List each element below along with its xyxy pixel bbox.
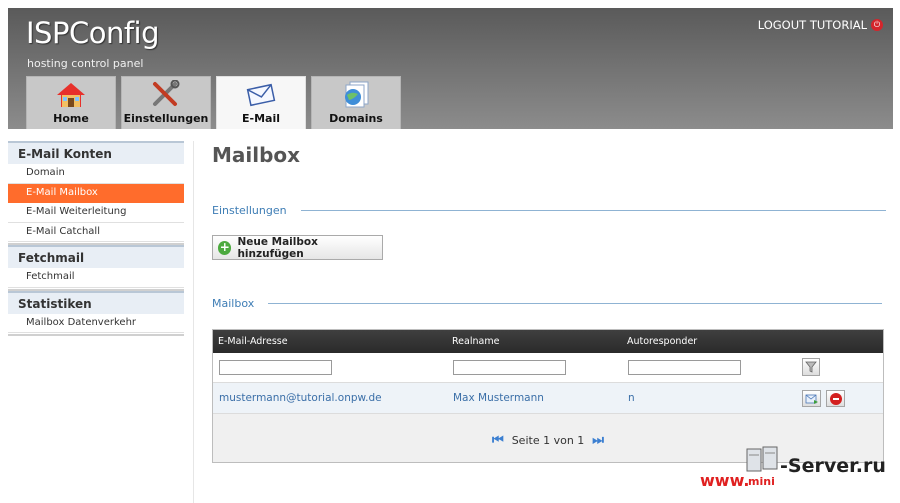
section-rule bbox=[268, 303, 883, 304]
table-header: E-Mail-Adresse Realname Autoresponder bbox=[213, 330, 883, 353]
tab-domains[interactable]: Domains bbox=[311, 76, 401, 129]
column-header-realname[interactable]: Realname bbox=[452, 336, 499, 347]
page-title: Mailbox bbox=[212, 143, 301, 167]
tab-einstellungen-label: Einstellungen bbox=[123, 112, 209, 125]
page-indicator: Seite 1 von 1 bbox=[511, 434, 585, 447]
table-row[interactable]: mustermann@tutorial.onpw.de Max Musterma… bbox=[213, 383, 883, 414]
sidebar-item-email-catchall[interactable]: E-Mail Catchall bbox=[8, 222, 184, 242]
watermark-mini: mini bbox=[748, 475, 775, 488]
cell-email[interactable]: mustermann@tutorial.onpw.de bbox=[219, 392, 382, 404]
logout-link[interactable]: LOGOUT TUTORIAL ⏻ bbox=[758, 18, 883, 32]
watermark-www: www. bbox=[700, 471, 750, 490]
tab-email[interactable]: E-Mail bbox=[216, 76, 306, 129]
section-mailbox: Mailbox bbox=[212, 297, 883, 310]
domains-icon bbox=[345, 81, 369, 108]
power-icon: ⏻ bbox=[871, 19, 883, 31]
sidebar-item-fetchmail[interactable]: Fetchmail bbox=[8, 268, 184, 288]
tab-email-label: E-Mail bbox=[242, 112, 280, 125]
section-einstellungen-label: Einstellungen bbox=[212, 204, 287, 217]
tab-home[interactable]: Home bbox=[26, 76, 116, 129]
sidebar-group-statistiken: Statistiken bbox=[8, 290, 184, 314]
add-mailbox-label: Neue Mailbox hinzufügen bbox=[237, 235, 318, 260]
filter-autoresponder-input[interactable] bbox=[628, 360, 741, 375]
filter-button[interactable] bbox=[802, 358, 820, 376]
mailbox-table: E-Mail-Adresse Realname Autoresponder mu… bbox=[212, 329, 884, 463]
app-header: ISPConfig hosting control panel LOGOUT T… bbox=[8, 8, 893, 129]
servers-icon bbox=[746, 446, 778, 472]
tab-home-label: Home bbox=[53, 112, 89, 125]
sidebar-item-email-weiterleitung[interactable]: E-Mail Weiterleitung bbox=[8, 203, 184, 223]
cell-autoresponder[interactable]: n bbox=[628, 392, 635, 404]
tools-icon bbox=[153, 80, 180, 106]
sidebar-group-fetchmail: Fetchmail bbox=[8, 245, 184, 268]
sidebar-item-mailbox-datenverkehr[interactable]: Mailbox Datenverkehr bbox=[8, 313, 184, 333]
sidebar-item-email-mailbox[interactable]: E-Mail Mailbox bbox=[8, 183, 184, 203]
column-header-email[interactable]: E-Mail-Adresse bbox=[218, 336, 288, 347]
logout-label: LOGOUT TUTORIAL bbox=[757, 18, 867, 32]
section-einstellungen: Einstellungen bbox=[212, 204, 886, 217]
sidebar-item-domain[interactable]: Domain bbox=[8, 164, 184, 184]
filter-email-input[interactable] bbox=[219, 360, 332, 375]
cell-realname[interactable]: Max Mustermann bbox=[453, 392, 544, 404]
brand-tagline: hosting control panel bbox=[27, 57, 144, 70]
column-header-autoresponder[interactable]: Autoresponder bbox=[627, 336, 697, 347]
watermark-logo: www. mini -Server.ru bbox=[700, 445, 890, 495]
funnel-icon bbox=[805, 361, 817, 373]
sidebar: E-Mail Konten Domain E-Mail Mailbox E-Ma… bbox=[8, 141, 184, 336]
mail-send-icon bbox=[805, 394, 818, 404]
home-icon bbox=[57, 83, 85, 107]
delete-button[interactable] bbox=[826, 390, 845, 407]
last-page-icon[interactable]: ⏭ bbox=[592, 433, 604, 448]
first-page-icon[interactable]: ⏮ bbox=[492, 433, 504, 448]
filter-row bbox=[213, 353, 883, 383]
delete-icon bbox=[829, 392, 842, 405]
section-rule bbox=[300, 210, 886, 211]
tab-einstellungen[interactable]: Einstellungen bbox=[121, 76, 211, 129]
mail-send-button[interactable] bbox=[802, 390, 821, 407]
mail-icon bbox=[246, 83, 276, 107]
brand-logo: ISPConfig bbox=[26, 16, 160, 50]
tab-domains-label: Domains bbox=[329, 112, 383, 125]
section-mailbox-label: Mailbox bbox=[212, 297, 255, 310]
sidebar-divider bbox=[8, 333, 184, 336]
plus-icon: + bbox=[218, 239, 232, 255]
watermark-server: -Server.ru bbox=[780, 455, 886, 477]
add-mailbox-button[interactable]: + Neue Mailbox hinzufügen bbox=[212, 235, 383, 260]
filter-realname-input[interactable] bbox=[453, 360, 566, 375]
content-divider bbox=[193, 141, 194, 503]
main-tabs: Home Einstellungen E-Mail Domains bbox=[26, 76, 401, 129]
sidebar-group-email-konten: E-Mail Konten bbox=[8, 141, 184, 164]
